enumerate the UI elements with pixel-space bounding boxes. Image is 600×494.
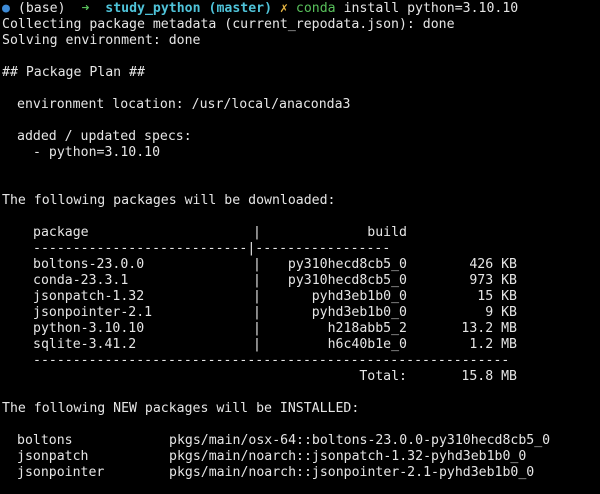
column-header-package: package (33, 225, 89, 240)
table-row: boltons-23.0.0 | py310hecd8cb5_0 426 KB (2, 257, 600, 273)
list-item: boltons pkgs/main/osx-64::boltons-23.0.0-… (2, 433, 600, 449)
total-label: Total: (359, 369, 407, 384)
download-table-footer-rule: ----------------------------------------… (33, 353, 510, 368)
row-package: jsonpointer-2.1 (33, 305, 153, 320)
row-build: py310hecd8cb5_0 (287, 257, 407, 272)
prompt-env: (base) (17, 1, 66, 16)
column-separator: | (253, 273, 261, 288)
table-row: jsonpatch-1.32 | pyhd3eb1b0_0 15 KB (2, 289, 600, 305)
prompt-directory: study_python (105, 1, 201, 16)
column-header-build: build (367, 225, 407, 240)
terminal-window[interactable]: ● (base) ➜ study_python (master) ✗ conda… (0, 0, 600, 494)
install-name: boltons (17, 433, 73, 448)
column-separator: | (253, 305, 261, 320)
row-package: sqlite-3.41.2 (33, 337, 137, 352)
row-build: h218abb5_2 (327, 321, 407, 336)
row-build: pyhd3eb1b0_0 (311, 305, 407, 320)
environment-location: environment location: /usr/local/anacond… (17, 97, 351, 112)
install-source: pkgs/main/noarch::jsonpatch-1.32-pyhd3eb… (169, 449, 527, 464)
row-size: 9 KB (485, 305, 517, 320)
table-row: conda-23.3.1 | py310hecd8cb5_0 973 KB (2, 273, 600, 289)
row-package: conda-23.3.1 (33, 273, 129, 288)
row-build: pyhd3eb1b0_0 (311, 289, 407, 304)
solve-status-line: Solving environment: done (2, 33, 201, 48)
install-source: pkgs/main/osx-64::boltons-23.0.0-py310he… (169, 433, 551, 448)
list-item: jsonpatch pkgs/main/noarch::jsonpatch-1.3… (2, 449, 600, 465)
command-args: install python=3.10.10 (343, 1, 519, 16)
spec-item: - python=3.10.10 (33, 145, 161, 160)
table-row: sqlite-3.41.2 | h6c40b1e_0 1.2 MB (2, 337, 600, 353)
command-name: conda (295, 1, 336, 16)
prompt-arrow-icon: ➜ (81, 1, 90, 16)
column-separator: | (253, 257, 261, 272)
download-table-header-rule: ---------------------------|------------… (33, 241, 391, 256)
table-row: jsonpointer-2.1 | pyhd3eb1b0_0 9 KB (2, 305, 600, 321)
row-package: boltons-23.0.0 (33, 257, 145, 272)
column-separator: | (253, 225, 261, 240)
prompt-status-dot-icon: ● (2, 1, 10, 16)
row-size: 1.2 MB (469, 337, 517, 352)
row-package: python-3.10.10 (33, 321, 145, 336)
download-total-row: Total: 15.8 MB (2, 369, 600, 385)
row-size: 13.2 MB (461, 321, 517, 336)
row-build: py310hecd8cb5_0 (287, 273, 407, 288)
install-name: jsonpatch (17, 449, 89, 464)
install-source: pkgs/main/noarch::jsonpointer-2.1-pyhd3e… (169, 465, 535, 480)
row-package: jsonpatch-1.32 (33, 289, 145, 304)
row-build: h6c40b1e_0 (327, 337, 407, 352)
specs-heading: added / updated specs: (17, 129, 192, 144)
row-size: 973 KB (469, 273, 517, 288)
row-size: 426 KB (469, 257, 517, 272)
download-table-header: package | build (2, 225, 600, 241)
prompt-line: ● (base) ➜ study_python (master) ✗ conda… (2, 1, 600, 17)
table-row: python-3.10.10 | h218abb5_2 13.2 MB (2, 321, 600, 337)
row-size: 15 KB (477, 289, 517, 304)
prompt-git-branch: (master) (208, 1, 273, 16)
column-separator: | (253, 321, 261, 336)
column-separator: | (253, 289, 261, 304)
collect-status-line: Collecting package metadata (current_rep… (2, 17, 455, 32)
prompt-dirty-icon: ✗ (280, 1, 288, 16)
package-plan-heading: ## Package Plan ## (2, 65, 145, 80)
column-separator: | (253, 337, 261, 352)
install-name: jsonpointer (17, 465, 105, 480)
install-heading: The following NEW packages will be INSTA… (2, 401, 360, 416)
download-heading: The following packages will be downloade… (2, 193, 336, 208)
total-value: 15.8 MB (461, 369, 517, 384)
list-item: jsonpointer pkgs/main/noarch::jsonpointer… (2, 465, 600, 481)
